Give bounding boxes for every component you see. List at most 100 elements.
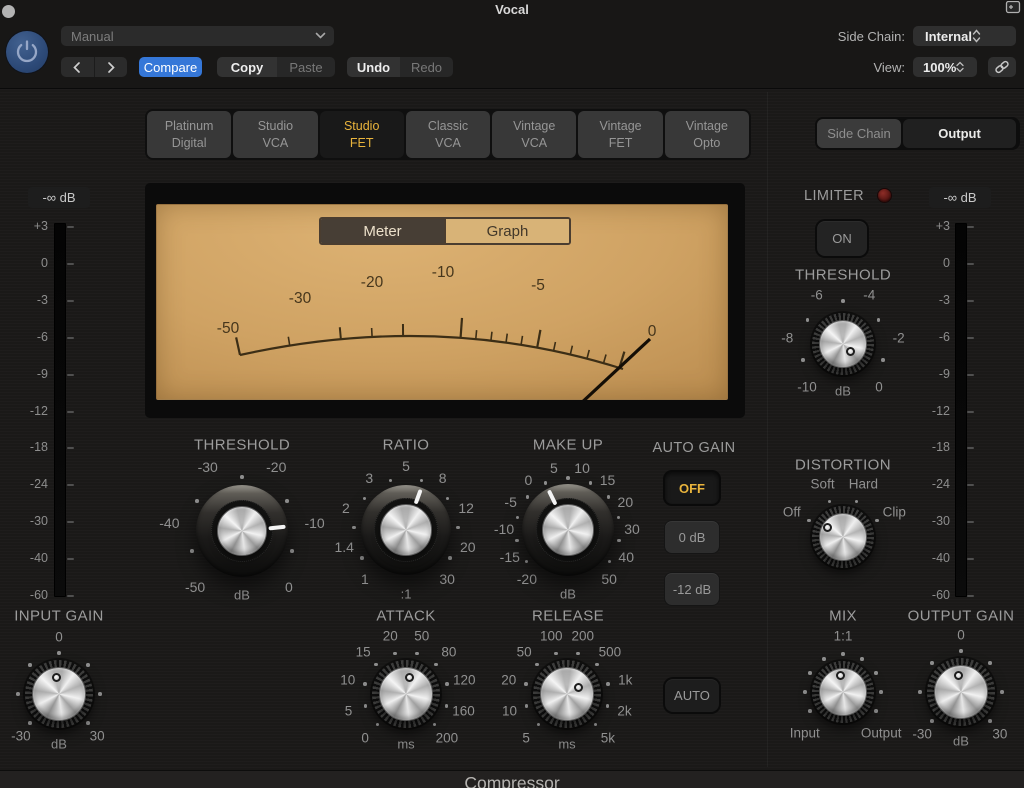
meter-scale-label: -24 bbox=[29, 477, 48, 492]
meter-tick bbox=[67, 521, 74, 524]
mix-tick-label: 1:1 bbox=[833, 628, 853, 644]
auto-release-button[interactable]: AUTO bbox=[665, 679, 719, 712]
mix-knob[interactable] bbox=[812, 661, 874, 723]
compressor-plugin-window: Vocal Manual Compare Copy Paste Undo Red… bbox=[0, 0, 1024, 788]
limiter-threshold-tick-label: -10 bbox=[797, 379, 817, 395]
release-tick-label: 1k bbox=[618, 672, 633, 688]
ratio-tick-label: 8 bbox=[438, 469, 447, 486]
circuit-type-tabs: Platinum Digital Studio VCA Studio FET Classic… bbox=[145, 109, 751, 160]
auto-gain-option-off[interactable]: OFF bbox=[665, 472, 719, 504]
ratio-knob[interactable] bbox=[361, 485, 451, 575]
distortion-knob[interactable] bbox=[812, 506, 874, 568]
open-window-icon[interactable] bbox=[1005, 0, 1021, 20]
output-gain-knob-indicator bbox=[954, 670, 963, 680]
view-zoom-stepper[interactable]: 100% bbox=[913, 57, 977, 77]
input-level-readout: -∞ dB bbox=[28, 187, 90, 208]
undo-button[interactable]: Undo bbox=[347, 57, 400, 77]
distortion-knob-face bbox=[819, 513, 867, 561]
limiter-label: LIMITER bbox=[804, 188, 864, 204]
meter-tick bbox=[967, 484, 974, 487]
vu-tab-graph[interactable]: Graph bbox=[444, 219, 569, 243]
output-gain-tick-dot bbox=[930, 719, 934, 723]
output-gain-tick-dot bbox=[1000, 690, 1004, 694]
meter-scale-label: 0 bbox=[943, 255, 950, 270]
makeup-tick-label: 50 bbox=[601, 571, 617, 588]
circuit-tab-vintage-opto[interactable]: Vintage Opto bbox=[664, 111, 749, 158]
input-gain-tick-dot bbox=[98, 692, 102, 696]
output-gain-label: OUTPUT GAIN bbox=[907, 607, 1015, 625]
circuit-tab-vintage-fet[interactable]: Vintage FET bbox=[578, 111, 663, 158]
chevron-left-icon bbox=[73, 61, 81, 73]
release-knob-face bbox=[540, 667, 594, 721]
input-gain-tick-dot bbox=[57, 651, 61, 655]
limiter-threshold-knob[interactable] bbox=[812, 313, 874, 375]
circuit-tab-vintage-vca[interactable]: Vintage VCA bbox=[492, 111, 577, 158]
attack-tick-label: 120 bbox=[452, 672, 476, 688]
mix-tick-dot bbox=[841, 652, 845, 656]
threshold-tick-label: -20 bbox=[266, 458, 287, 475]
paste-button[interactable]: Paste bbox=[277, 57, 335, 77]
circuit-tab-studio-fet[interactable]: Studio FET bbox=[319, 111, 404, 158]
chevron-down-icon bbox=[315, 32, 326, 40]
bypass-power-button[interactable] bbox=[6, 31, 48, 73]
threshold-tick-dot bbox=[190, 549, 194, 553]
release-tick-label: 2k bbox=[617, 703, 632, 719]
side-chain-dropdown[interactable]: Internal bbox=[913, 26, 1016, 46]
ratio-tick-label: 12 bbox=[458, 500, 474, 517]
link-button[interactable] bbox=[988, 57, 1016, 77]
makeup-knob[interactable] bbox=[522, 484, 614, 576]
limiter-threshold-label: THRESHOLD bbox=[794, 266, 892, 284]
threshold-tick-label: -30 bbox=[197, 458, 218, 475]
vu-tab-meter[interactable]: Meter bbox=[321, 219, 444, 243]
auto-gain-option-0-db[interactable]: 0 dB bbox=[665, 521, 719, 553]
chevron-right-icon bbox=[107, 61, 115, 73]
input-gain-label: INPUT GAIN bbox=[14, 607, 104, 625]
ratio-tick-label: 1.4 bbox=[334, 538, 354, 555]
next-preset-button[interactable] bbox=[95, 57, 128, 77]
compare-button[interactable]: Compare bbox=[139, 57, 202, 77]
makeup-label: MAKE UP bbox=[532, 436, 604, 454]
release-unit-label: ms bbox=[558, 736, 576, 752]
limiter-on-button[interactable]: ON bbox=[817, 221, 867, 256]
attack-tick-label: 50 bbox=[414, 628, 430, 644]
limiter-threshold-tick-label: 0 bbox=[875, 379, 883, 395]
attack-tick-label: 200 bbox=[435, 730, 459, 746]
plugin-name: Compressor bbox=[464, 773, 560, 788]
circuit-tab-platinum-digital[interactable]: Platinum Digital bbox=[147, 111, 232, 158]
output-gain-knob[interactable] bbox=[927, 658, 995, 726]
limiter-led-indicator bbox=[878, 189, 891, 202]
attack-tick-label: 20 bbox=[382, 628, 398, 644]
limiter-threshold-tick-dot bbox=[805, 318, 810, 322]
output-gain-tick-dot bbox=[918, 690, 922, 694]
attack-knob[interactable] bbox=[372, 660, 440, 728]
input-gain-knob[interactable] bbox=[25, 660, 93, 728]
copy-button[interactable]: Copy bbox=[217, 57, 277, 77]
meter-tick bbox=[967, 373, 974, 376]
threshold-knob-indicator bbox=[268, 524, 286, 530]
section-divider bbox=[767, 92, 768, 767]
output-level-meter bbox=[955, 223, 967, 597]
vu-scale-label: 0 bbox=[648, 323, 657, 340]
vu-meter-panel: -50 -30 -20 -10 -5 0 Meter Graph bbox=[145, 183, 745, 418]
makeup-tick-label: -20 bbox=[516, 571, 537, 588]
threshold-knob[interactable] bbox=[196, 485, 288, 577]
preset-dropdown[interactable]: Manual bbox=[61, 26, 334, 46]
circuit-tab-classic-vca[interactable]: Classic VCA bbox=[405, 111, 491, 158]
limiter-threshold-knob-face bbox=[819, 320, 867, 368]
attack-tick-label: 15 bbox=[355, 644, 371, 660]
output-gain-tick-dot bbox=[988, 661, 992, 665]
previous-preset-button[interactable] bbox=[61, 57, 95, 77]
ratio-tick-dot bbox=[445, 496, 449, 501]
makeup-tick-dot bbox=[617, 538, 621, 543]
toggle-option-output[interactable]: Output bbox=[903, 119, 1016, 148]
meter-scale-label: -9 bbox=[36, 366, 48, 381]
redo-button[interactable]: Redo bbox=[400, 57, 453, 77]
release-knob[interactable] bbox=[533, 660, 601, 728]
side-chain-value: Internal bbox=[925, 28, 972, 44]
auto-gain-option--12-db[interactable]: -12 dB bbox=[665, 573, 719, 605]
distortion-tick-label: Hard bbox=[848, 476, 879, 492]
release-tick-dot bbox=[576, 651, 580, 656]
input-gain-unit-label: dB bbox=[51, 736, 67, 752]
circuit-tab-studio-vca[interactable]: Studio VCA bbox=[233, 111, 318, 158]
toggle-option-side-chain[interactable]: Side Chain bbox=[817, 119, 901, 148]
